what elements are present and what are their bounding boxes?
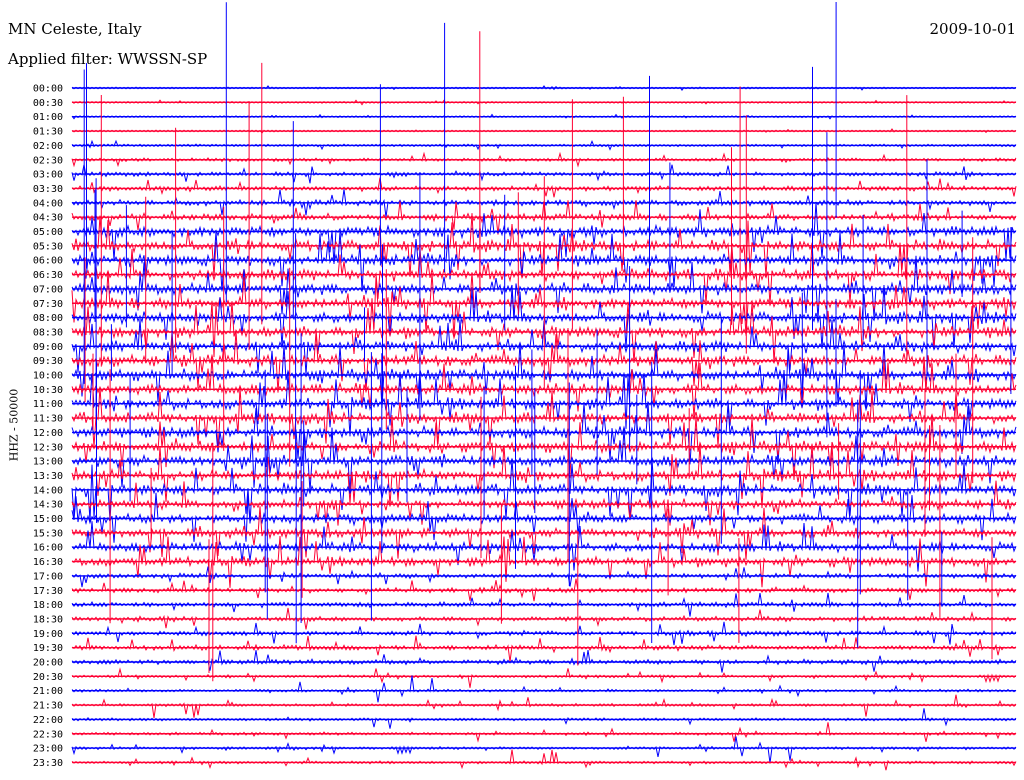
row-time-label: 11:30 — [33, 414, 63, 425]
row-time-label: 15:30 — [33, 528, 63, 539]
row-time-label: 18:00 — [33, 600, 63, 611]
row-time-label: 19:30 — [33, 643, 63, 654]
row-time-label: 22:30 — [33, 729, 63, 740]
row-time-label: 23:30 — [33, 758, 63, 769]
row-time-label: 12:30 — [33, 442, 63, 453]
trace-row-1500 — [71, 492, 1017, 543]
row-time-label: 06:00 — [33, 256, 63, 267]
row-time-label: 10:30 — [33, 385, 63, 396]
row-time-label: 02:30 — [33, 155, 63, 166]
row-time-label: 23:00 — [33, 744, 63, 755]
row-time-label: 22:00 — [33, 715, 63, 726]
row-time-label: 16:30 — [33, 557, 63, 568]
row-time-label: 09:00 — [33, 342, 63, 353]
row-time-label: 13:00 — [33, 457, 63, 468]
row-time-label: 05:30 — [33, 241, 63, 252]
trace-row-2330 — [71, 749, 1017, 771]
row-time-label: 14:30 — [33, 500, 63, 511]
row-time-label: 19:00 — [33, 629, 63, 640]
row-time-label: 13:30 — [33, 471, 63, 482]
row-time-label: 08:30 — [33, 327, 63, 338]
seismogram-plot: 00:00 00:30 01:00 01:30 02:00 02:30 03:00 03:30… — [33, 2, 1017, 771]
row-time-label: 03:00 — [33, 170, 63, 181]
row-time-label: 00:00 — [33, 84, 63, 95]
row-time-label: 15:00 — [33, 514, 63, 525]
row-time-label: 07:30 — [33, 299, 63, 310]
row-time-label: 01:30 — [33, 127, 63, 138]
row-time-label: 09:30 — [33, 356, 63, 367]
trace-row-1300 — [71, 427, 1017, 493]
row-time-label: 02:00 — [33, 141, 63, 152]
row-time-label: 12:00 — [33, 428, 63, 439]
row-time-label: 17:30 — [33, 586, 63, 597]
trace-row-2100 — [71, 675, 1017, 703]
row-time-label: 21:00 — [33, 686, 63, 697]
trace-row-1700 — [71, 566, 1017, 588]
row-time-label: 05:00 — [33, 227, 63, 238]
row-time-label: 10:00 — [33, 371, 63, 382]
trace-row-1930 — [71, 635, 1017, 662]
row-time-label: 03:30 — [33, 184, 63, 195]
row-time-label: 01:00 — [33, 112, 63, 123]
row-time-label: 20:00 — [33, 658, 63, 669]
row-time-label: 21:30 — [33, 701, 63, 712]
row-time-label: 08:00 — [33, 313, 63, 324]
trace-row-1400 — [71, 458, 1017, 524]
trace-row-1200 — [71, 402, 1017, 465]
row-time-label: 14:00 — [33, 485, 63, 496]
row-time-label: 20:30 — [33, 672, 63, 683]
row-time-label: 17:00 — [33, 571, 63, 582]
trace-row-2200 — [71, 708, 1017, 729]
row-time-label: 11:00 — [33, 399, 63, 410]
row-time-label: 18:30 — [33, 614, 63, 625]
trace-row-2130 — [71, 694, 1017, 718]
row-time-label: 06:30 — [33, 270, 63, 281]
row-time-label: 04:30 — [33, 213, 63, 224]
row-time-label: 16:00 — [33, 543, 63, 554]
row-time-label: 07:00 — [33, 284, 63, 295]
row-time-label: 04:00 — [33, 198, 63, 209]
row-time-label: 00:30 — [33, 98, 63, 109]
trace-row-2300 — [71, 736, 1017, 764]
trace-row-2230 — [71, 722, 1017, 743]
